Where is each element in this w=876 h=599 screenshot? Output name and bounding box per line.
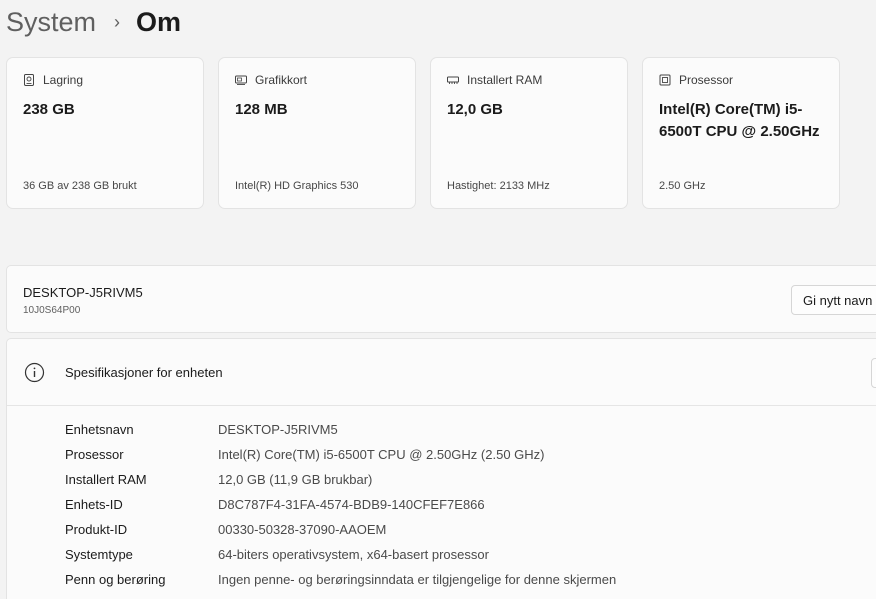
- copy-button[interactable]: [871, 358, 876, 388]
- page-title: Om: [136, 6, 182, 37]
- card-label: Installert RAM: [467, 73, 543, 87]
- card-value: 238 GB: [23, 101, 75, 118]
- spec-row: Penn og berøring Ingen penne- og berørin…: [65, 567, 616, 592]
- card-label: Prosessor: [679, 73, 734, 87]
- spec-label: Penn og berøring: [65, 572, 166, 587]
- card-value: 128 MB: [235, 101, 288, 118]
- card-detail: Intel(R) HD Graphics 530: [235, 180, 359, 192]
- device-model: 10J0S64P00: [23, 305, 81, 316]
- spec-label: Enhets-ID: [65, 497, 123, 512]
- storage-icon: [23, 74, 35, 86]
- spec-label: Installert RAM: [65, 472, 147, 487]
- spec-value: D8C787F4-31FA-4574-BDB9-140CFEF7E866: [218, 497, 485, 512]
- device-specifications-header[interactable]: Spesifikasjoner for enheten: [7, 339, 876, 406]
- device-name-panel: DESKTOP-J5RIVM5 10J0S64P00 Gi nytt navn: [6, 265, 876, 333]
- processor-icon: [659, 74, 671, 86]
- storage-card: Lagring 238 GB 36 GB av 238 GB brukt: [6, 57, 204, 209]
- rename-pc-button[interactable]: Gi nytt navn: [791, 285, 876, 315]
- breadcrumb-chevron-icon: ›: [114, 11, 121, 32]
- spec-value: 64-biters operativsystem, x64-basert pro…: [218, 547, 489, 562]
- spec-value: DESKTOP-J5RIVM5: [218, 422, 338, 437]
- spec-row: Prosessor Intel(R) Core(TM) i5-6500T CPU…: [65, 442, 616, 467]
- spec-value: Ingen penne- og berøringsinndata er tilg…: [218, 572, 617, 587]
- spec-row: Produkt-ID 00330-50328-37090-AAOEM: [65, 517, 616, 542]
- ram-card: Installert RAM 12,0 GB Hastighet: 2133 M…: [430, 57, 628, 209]
- card-label: Grafikkort: [255, 73, 308, 87]
- device-specifications-title: Spesifikasjoner for enheten: [65, 365, 223, 380]
- graphics-card-icon: [235, 74, 247, 86]
- card-value: Intel(R) Core(TM) i5-6500T CPU @ 2.50GHz: [659, 101, 820, 140]
- spec-label: Produkt-ID: [65, 522, 128, 537]
- breadcrumb-system[interactable]: System: [6, 7, 96, 38]
- about-page: System › Om Lagring 238 GB 36 GB av 238 …: [0, 0, 876, 599]
- spec-row: Enhets-ID D8C787F4-31FA-4574-BDB9-140CFE…: [65, 492, 616, 517]
- spec-label: Prosessor: [65, 447, 124, 462]
- ram-icon: [447, 74, 459, 86]
- info-icon: [24, 362, 45, 383]
- device-specifications-panel: Spesifikasjoner for enheten Enhetsnavn D…: [6, 338, 876, 599]
- spec-row: Installert RAM 12,0 GB (11,9 GB brukbar): [65, 467, 616, 492]
- spec-value: Intel(R) Core(TM) i5-6500T CPU @ 2.50GHz…: [218, 447, 545, 462]
- spec-value: 00330-50328-37090-AAOEM: [218, 522, 387, 537]
- card-value: 12,0 GB: [447, 101, 503, 118]
- spec-label: Enhetsnavn: [65, 422, 134, 437]
- spec-label: Systemtype: [65, 547, 133, 562]
- device-name: DESKTOP-J5RIVM5: [23, 285, 143, 300]
- graphics-card: Grafikkort 128 MB Intel(R) HD Graphics 5…: [218, 57, 416, 209]
- card-detail: 36 GB av 238 GB brukt: [23, 180, 137, 192]
- card-label: Lagring: [43, 73, 84, 87]
- processor-card: Prosessor Intel(R) Core(TM) i5-6500T CPU…: [642, 57, 840, 209]
- spec-list: Enhetsnavn DESKTOP-J5RIVM5 Prosessor Int…: [65, 417, 616, 592]
- spec-row: Systemtype 64-biters operativsystem, x64…: [65, 542, 616, 567]
- spec-row: Enhetsnavn DESKTOP-J5RIVM5: [65, 417, 616, 442]
- spec-value: 12,0 GB (11,9 GB brukbar): [218, 472, 373, 487]
- breadcrumb: System › Om: [6, 4, 181, 40]
- card-detail: 2.50 GHz: [659, 180, 706, 192]
- card-detail: Hastighet: 2133 MHz: [447, 180, 550, 192]
